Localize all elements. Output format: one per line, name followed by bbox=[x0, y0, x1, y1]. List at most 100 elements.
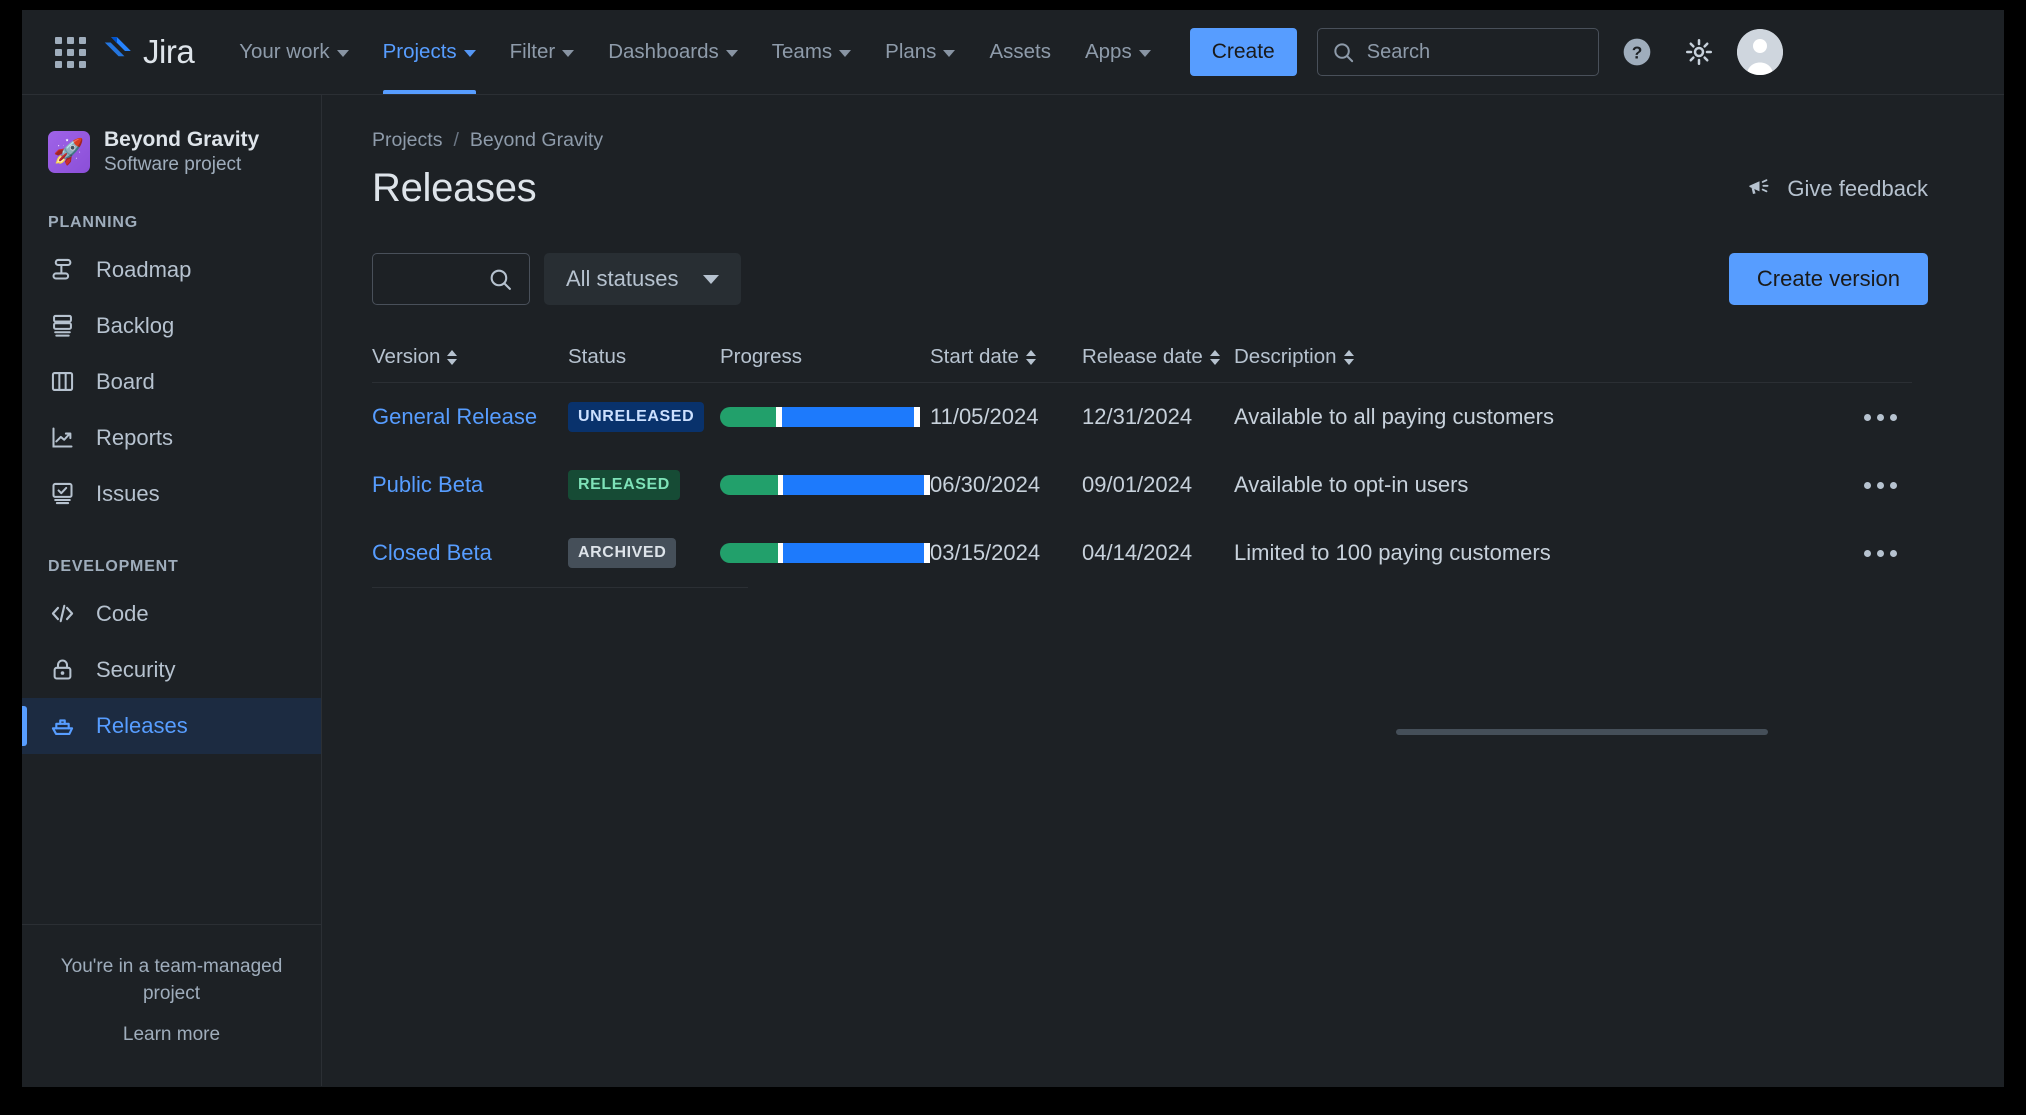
backlog-icon bbox=[48, 312, 76, 340]
project-header[interactable]: 🚀 Beyond Gravity Software project bbox=[22, 95, 321, 178]
column-header-progress: Progress bbox=[720, 345, 803, 368]
sidebar-item-label: Roadmap bbox=[96, 256, 192, 282]
status-badge: UNRELEASED bbox=[568, 402, 705, 432]
question-circle-icon: ? bbox=[1623, 38, 1651, 66]
create-version-button[interactable]: Create version bbox=[1728, 253, 1928, 305]
user-avatar[interactable] bbox=[1736, 29, 1783, 75]
global-navigation: Jira Your work Projects Filter Dashboard… bbox=[22, 10, 2004, 95]
more-actions-icon[interactable] bbox=[1852, 533, 1908, 573]
create-button[interactable]: Create bbox=[1189, 28, 1297, 76]
settings-button[interactable] bbox=[1675, 28, 1723, 76]
project-name: Beyond Gravity bbox=[104, 128, 260, 151]
more-actions-icon[interactable] bbox=[1852, 397, 1908, 437]
column-header-release-date[interactable]: Release date bbox=[1082, 345, 1234, 369]
global-search-field[interactable]: Search bbox=[1316, 28, 1599, 76]
search-input[interactable] bbox=[372, 253, 530, 305]
jira-home-link[interactable]: Jira bbox=[100, 33, 195, 71]
roadmap-icon bbox=[48, 256, 76, 284]
chevron-down-icon bbox=[702, 274, 719, 284]
sidebar-item-reports[interactable]: Reports bbox=[22, 410, 321, 466]
project-type: Software project bbox=[104, 154, 242, 176]
table-row[interactable]: General Release UNRELEASED 11/05/2024 12… bbox=[372, 383, 1912, 451]
table-header-row: Version Status Progress Start date Relea… bbox=[372, 345, 1912, 382]
lock-icon bbox=[48, 656, 76, 684]
sidebar-development-list: Code Security Releases bbox=[22, 586, 321, 754]
give-feedback-label: Give feedback bbox=[1787, 175, 1928, 201]
user-avatar-icon bbox=[1736, 29, 1783, 75]
chevron-down-icon bbox=[839, 50, 852, 57]
page-header: Releases Give feedback bbox=[372, 166, 1958, 211]
column-header-status: Status bbox=[568, 345, 627, 368]
code-icon bbox=[48, 600, 76, 628]
more-actions-icon[interactable] bbox=[1852, 465, 1908, 505]
sidebar-item-label: Reports bbox=[96, 424, 174, 450]
sidebar-item-label: Issues bbox=[96, 480, 160, 506]
section-label-planning: PLANNING bbox=[48, 213, 138, 231]
release-date-value: 04/14/2024 bbox=[1082, 540, 1193, 565]
sidebar-item-roadmap[interactable]: Roadmap bbox=[22, 242, 321, 298]
nav-dashboards[interactable]: Dashboards bbox=[591, 10, 755, 94]
ship-icon bbox=[48, 712, 76, 740]
status-filter-label: All statuses bbox=[566, 266, 679, 291]
sidebar-item-code[interactable]: Code bbox=[22, 586, 321, 642]
version-link[interactable]: Closed Beta bbox=[372, 540, 492, 565]
breadcrumb: Projects / Beyond Gravity bbox=[372, 129, 1958, 152]
sidebar-item-label: Releases bbox=[96, 712, 188, 738]
description-value: Available to all paying customers bbox=[1234, 404, 1554, 429]
app-switcher-button[interactable] bbox=[48, 30, 92, 74]
column-header-version[interactable]: Version bbox=[372, 345, 568, 369]
help-button[interactable]: ? bbox=[1613, 28, 1661, 76]
breadcrumb-separator: / bbox=[453, 129, 459, 151]
breadcrumb-projects[interactable]: Projects bbox=[372, 129, 442, 152]
sidebar-item-security[interactable]: Security bbox=[22, 642, 321, 698]
nav-filter[interactable]: Filter bbox=[493, 10, 592, 94]
app-body: 🚀 Beyond Gravity Software project PLANNI… bbox=[22, 95, 2004, 1086]
sidebar-item-label: Board bbox=[96, 368, 155, 394]
sidebar-item-label: Security bbox=[96, 656, 176, 682]
status-filter-dropdown[interactable]: All statuses bbox=[544, 253, 741, 305]
nav-apps[interactable]: Apps bbox=[1068, 10, 1168, 94]
status-badge: ARCHIVED bbox=[568, 538, 677, 568]
give-feedback-button[interactable]: Give feedback bbox=[1746, 175, 1928, 202]
description-value: Limited to 100 paying customers bbox=[1234, 540, 1551, 565]
main-content: Projects / Beyond Gravity Releases Give … bbox=[322, 95, 2004, 1086]
global-nav-items: Your work Projects Filter Dashboards Tea… bbox=[222, 10, 1168, 94]
chevron-down-icon bbox=[562, 50, 575, 57]
start-date-value: 11/05/2024 bbox=[930, 404, 1039, 429]
chevron-down-icon bbox=[336, 50, 349, 57]
nav-assets[interactable]: Assets bbox=[972, 10, 1068, 94]
version-link[interactable]: General Release bbox=[372, 404, 537, 429]
releases-table: Version Status Progress Start date Relea… bbox=[372, 345, 1912, 588]
nav-projects[interactable]: Projects bbox=[366, 10, 493, 94]
grid-apps-icon bbox=[54, 36, 86, 68]
sidebar-item-label: Backlog bbox=[96, 312, 175, 338]
sidebar-item-issues[interactable]: Issues bbox=[22, 466, 321, 522]
nav-teams[interactable]: Teams bbox=[755, 10, 868, 94]
project-sidebar: 🚀 Beyond Gravity Software project PLANNI… bbox=[22, 95, 322, 1086]
sidebar-item-releases[interactable]: Releases bbox=[22, 697, 321, 754]
sidebar-item-board[interactable]: Board bbox=[22, 354, 321, 410]
board-icon bbox=[48, 368, 76, 396]
learn-more-link[interactable]: Learn more bbox=[48, 1024, 295, 1046]
column-header-start-date[interactable]: Start date bbox=[930, 345, 1082, 369]
team-managed-note: You're in a team-managed project bbox=[60, 955, 283, 1005]
global-search-placeholder: Search bbox=[1366, 40, 1431, 63]
chevron-down-icon bbox=[1138, 50, 1151, 57]
table-row[interactable]: Public Beta RELEASED 06/30/2024 09/01/20… bbox=[372, 451, 1912, 519]
version-link[interactable]: Public Beta bbox=[372, 472, 483, 497]
release-date-value: 12/31/2024 bbox=[1082, 404, 1193, 429]
chevron-down-icon bbox=[943, 50, 956, 57]
sort-icon bbox=[1209, 349, 1220, 365]
chevron-down-icon bbox=[725, 50, 738, 57]
table-row[interactable]: Closed Beta ARCHIVED 03/15/2024 04/14/20… bbox=[372, 519, 1912, 587]
horizontal-scrollbar[interactable] bbox=[1396, 729, 1768, 735]
column-header-description[interactable]: Description bbox=[1234, 345, 1852, 369]
sidebar-item-backlog[interactable]: Backlog bbox=[22, 298, 321, 354]
app-window: Jira Your work Projects Filter Dashboard… bbox=[22, 10, 2004, 1087]
releases-toolbar: All statuses Create version bbox=[372, 253, 1958, 305]
nav-your-work[interactable]: Your work bbox=[222, 10, 365, 94]
jira-logo-icon bbox=[104, 37, 131, 57]
nav-plans[interactable]: Plans bbox=[868, 10, 972, 94]
breadcrumb-project[interactable]: Beyond Gravity bbox=[470, 129, 603, 152]
jira-wordmark: Jira bbox=[143, 33, 195, 70]
